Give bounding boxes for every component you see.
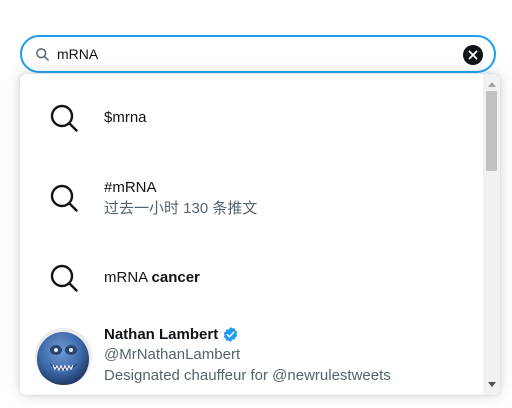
suggestion-item[interactable]: #mRNA 过去一小时 130 条推文 <box>20 160 483 240</box>
suggestion-tweet-count: 过去一小时 130 条推文 <box>104 200 258 217</box>
suggestion-item[interactable]: $mrna <box>20 74 483 160</box>
verified-badge-icon <box>223 327 238 342</box>
search-box[interactable] <box>20 35 496 73</box>
scroll-up-arrow-icon[interactable] <box>488 82 496 87</box>
suggestion-item[interactable]: mRNA cancer <box>20 240 483 314</box>
search-icon <box>50 184 78 212</box>
user-bio: Designated chauffeur for @newrulestweets <box>104 367 391 384</box>
search-icon <box>50 264 78 292</box>
user-suggestion[interactable]: Nathan Lambert @MrNathanLambert Designat… <box>20 314 483 395</box>
search-input[interactable] <box>57 46 437 62</box>
user-display-name: Nathan Lambert <box>104 325 239 344</box>
suggestion-label: $mrna <box>104 109 147 126</box>
suggestions-list: $mrna #mRNA 过去一小时 130 条推文 mRNA cancer Na… <box>20 74 483 395</box>
search-icon <box>50 104 78 132</box>
suggestion-completion: cancer <box>151 269 200 286</box>
search-suggestions-dropdown: $mrna #mRNA 过去一小时 130 条推文 mRNA cancer Na… <box>20 74 500 395</box>
avatar <box>35 328 92 385</box>
user-handle: @MrNathanLambert <box>104 346 241 363</box>
scrollbar[interactable] <box>483 74 500 395</box>
close-icon <box>468 50 478 60</box>
search-icon <box>35 46 51 62</box>
suggestion-label: mRNA cancer <box>104 268 200 287</box>
suggestion-label: #mRNA <box>104 179 157 196</box>
clear-search-button[interactable] <box>463 45 483 65</box>
scroll-down-arrow-icon[interactable] <box>488 382 496 387</box>
user-name: Nathan Lambert <box>104 326 219 343</box>
suggestion-prefix: mRNA <box>104 269 152 286</box>
scrollbar-thumb[interactable] <box>486 91 497 171</box>
